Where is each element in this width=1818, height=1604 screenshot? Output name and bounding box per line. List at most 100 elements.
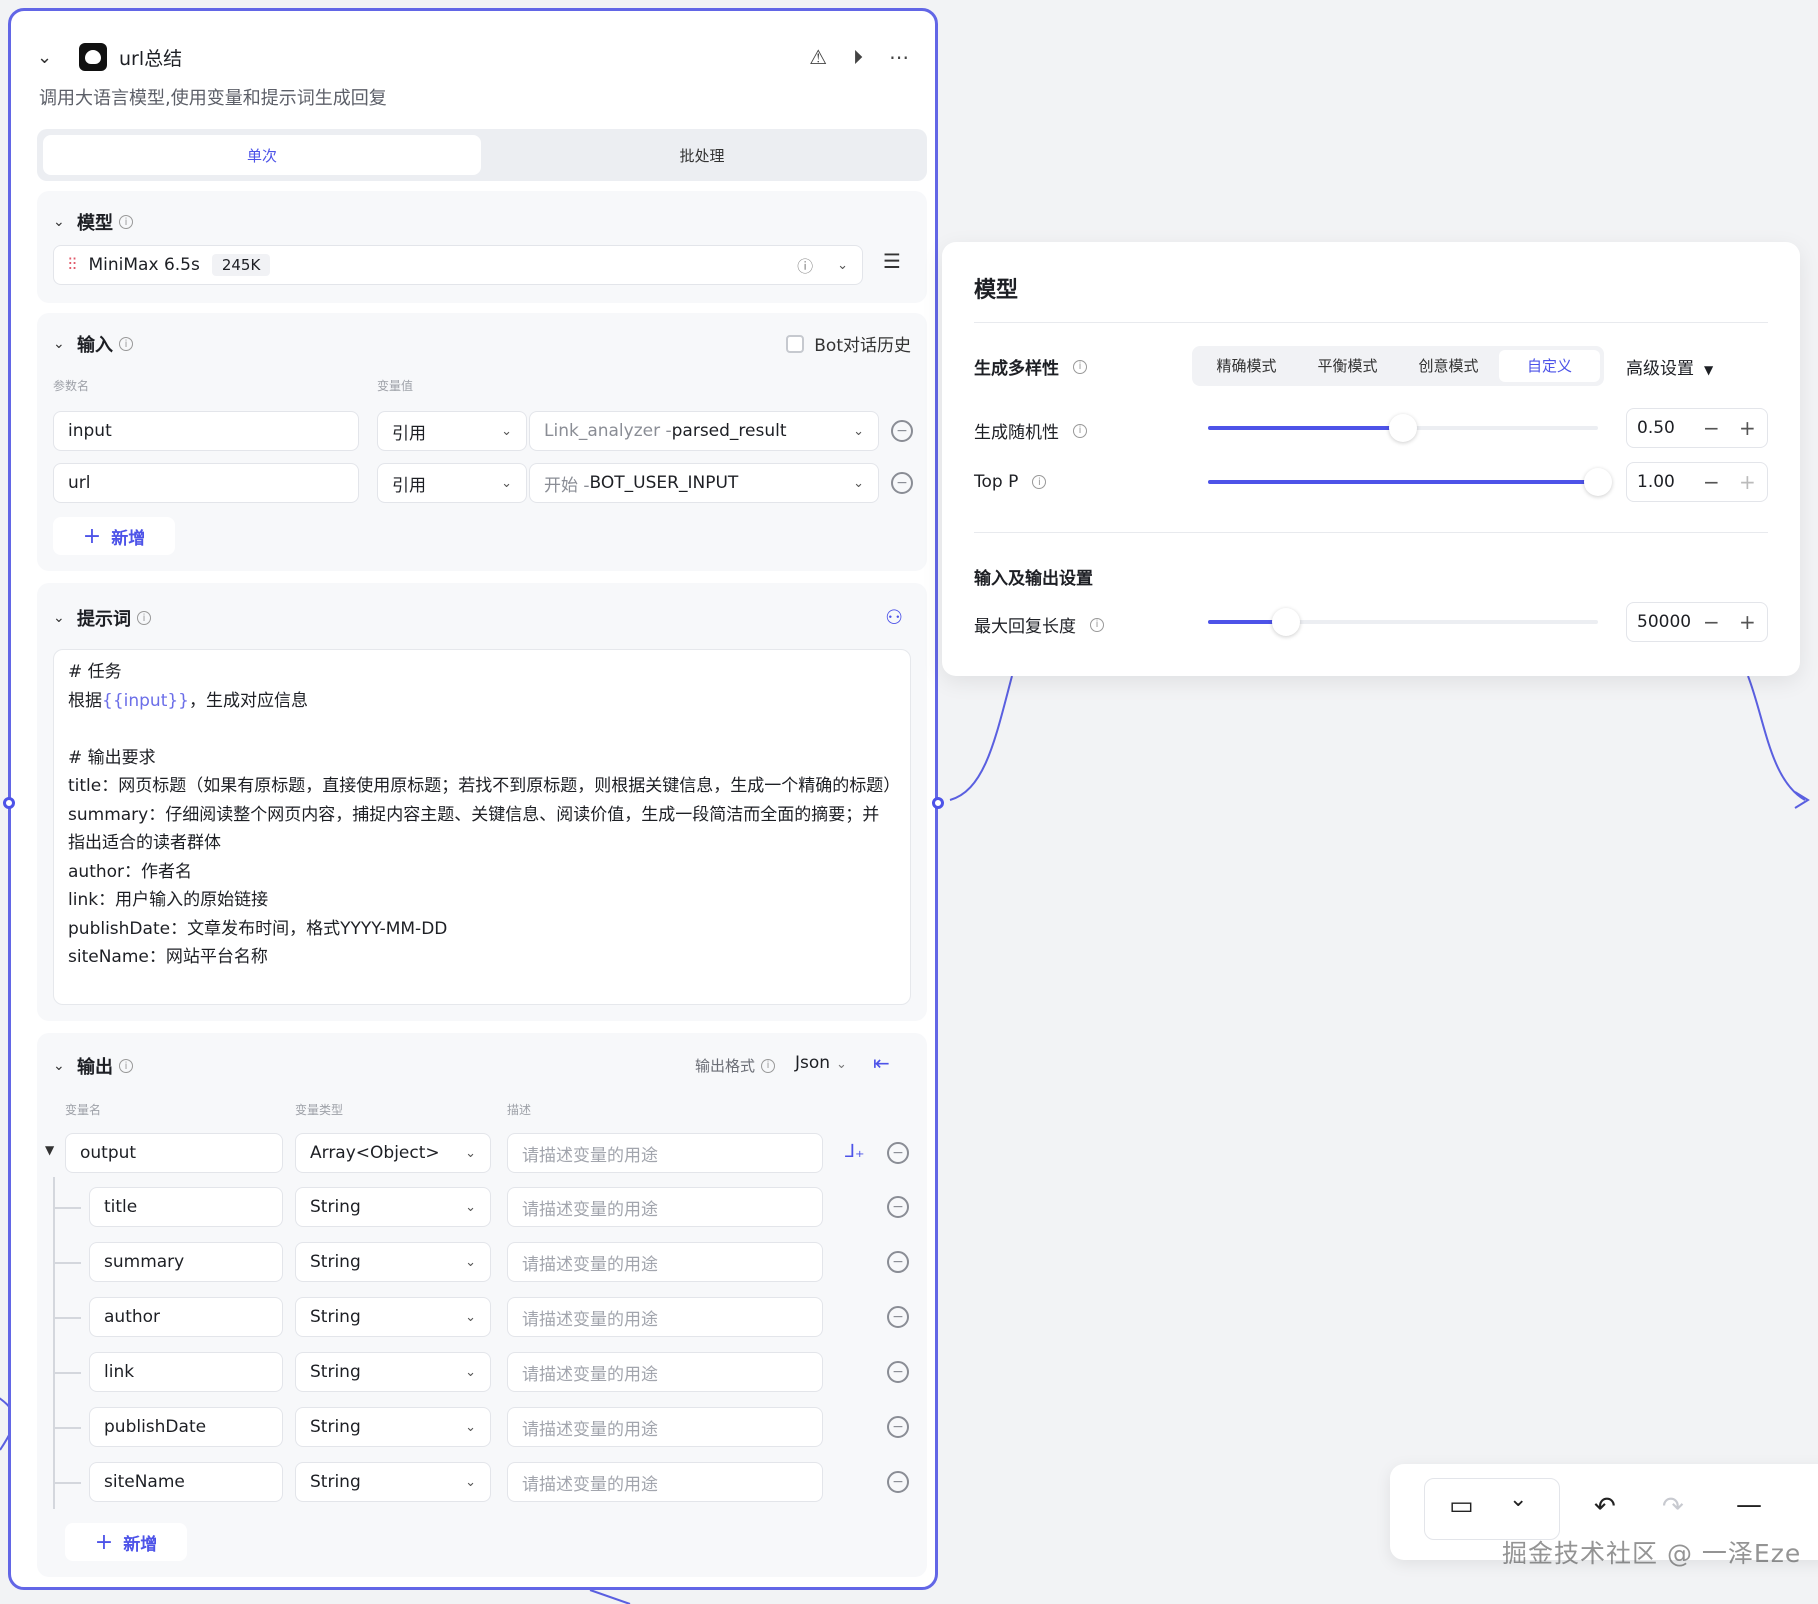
prompt-line bbox=[68, 715, 896, 744]
top-p-slider-fill bbox=[1208, 480, 1598, 484]
output-child-var-name[interactable]: author bbox=[89, 1297, 283, 1337]
plus-icon[interactable]: + bbox=[1739, 470, 1756, 494]
temperature-input[interactable]: 0.50 − + bbox=[1626, 408, 1768, 448]
output-format-select[interactable]: Json ⌄ bbox=[795, 1053, 847, 1073]
advanced-settings-dropdown[interactable]: 高级设置 ▼ bbox=[1626, 354, 1713, 379]
tab-batch[interactable]: 批处理 bbox=[483, 135, 921, 175]
remove-output-child-button[interactable]: − bbox=[887, 1361, 909, 1383]
input-row-type-select[interactable]: 引用 ⌄ bbox=[377, 463, 527, 503]
output-child-var-description[interactable]: 请描述变量的用途 bbox=[507, 1242, 823, 1282]
zoom-out-icon[interactable]: — bbox=[1736, 1490, 1762, 1520]
input-row-name[interactable]: input bbox=[53, 411, 359, 451]
add-output-button[interactable]: + 新增 bbox=[65, 1523, 187, 1561]
prompt-user-icon[interactable]: ⚇ bbox=[885, 605, 903, 629]
output-child-var-name[interactable]: title bbox=[89, 1187, 283, 1227]
output-child-var-description[interactable]: 请描述变量的用途 bbox=[507, 1297, 823, 1337]
undo-icon[interactable]: ↶ bbox=[1594, 1492, 1616, 1522]
max-tokens-slider-knob[interactable] bbox=[1272, 608, 1300, 636]
output-child-var-type-select[interactable]: String ⌄ bbox=[295, 1187, 491, 1227]
chevron-down-icon[interactable]: ⌄ bbox=[837, 258, 848, 273]
output-child-var-description[interactable]: 请描述变量的用途 bbox=[507, 1352, 823, 1392]
info-icon[interactable]: ⓘ bbox=[797, 253, 813, 277]
model-section-header[interactable]: ⌄ 模型 i bbox=[53, 209, 133, 235]
remove-output-child-button[interactable]: − bbox=[887, 1306, 909, 1328]
remove-output-child-button[interactable]: − bbox=[887, 1416, 909, 1438]
output-child-var-name[interactable]: link bbox=[89, 1352, 283, 1392]
prompt-section-header[interactable]: ⌄ 提示词 i bbox=[53, 605, 151, 631]
output-child-var-type-select[interactable]: String ⌄ bbox=[295, 1407, 491, 1447]
input-row-source-select[interactable]: Link_analyzer - parsed_result ⌄ bbox=[529, 411, 879, 451]
top-p-input[interactable]: 1.00 − + bbox=[1626, 462, 1768, 502]
minimap-toggle-group[interactable]: ▭ ⌄ bbox=[1424, 1478, 1560, 1540]
output-section-header[interactable]: ⌄ 输出 i bbox=[53, 1053, 133, 1079]
input-port[interactable] bbox=[3, 797, 15, 809]
remove-output-child-button[interactable]: − bbox=[887, 1251, 909, 1273]
output-child-var-name[interactable]: siteName bbox=[89, 1462, 283, 1502]
input-row-type-select[interactable]: 引用 ⌄ bbox=[377, 411, 527, 451]
prompt-line: 根据{{input}}，生成对应信息 bbox=[68, 690, 308, 711]
output-child-var-type-select[interactable]: String ⌄ bbox=[295, 1462, 491, 1502]
bot-history-toggle[interactable]: Bot对话历史 bbox=[786, 331, 911, 356]
collapse-chevron-icon[interactable]: ⌄ bbox=[37, 47, 65, 68]
max-tokens-slider[interactable] bbox=[1208, 608, 1598, 636]
mode-tab[interactable]: 精确模式 bbox=[1196, 350, 1297, 382]
plus-icon[interactable]: + bbox=[1739, 416, 1756, 440]
minimap-icon[interactable]: ▭ bbox=[1449, 1491, 1474, 1521]
remove-input-button[interactable]: − bbox=[891, 420, 913, 442]
model-select[interactable]: ⫶⫶ MiniMax 6.5s 245K ⓘ ⌄ bbox=[53, 245, 863, 285]
output-child-var-type-select[interactable]: String ⌄ bbox=[295, 1352, 491, 1392]
add-child-var-icon[interactable]: ⅃₊ bbox=[845, 1141, 865, 1162]
node-title[interactable]: url总结 bbox=[119, 44, 182, 71]
temperature-slider-knob[interactable] bbox=[1389, 414, 1417, 442]
remove-output-child-button[interactable]: − bbox=[887, 1471, 909, 1493]
output-child-var-description[interactable]: 请描述变量的用途 bbox=[507, 1407, 823, 1447]
max-tokens-input[interactable]: 50000 − + bbox=[1626, 602, 1768, 642]
output-var-type-select[interactable]: Array<Object> ⌄ bbox=[295, 1133, 491, 1173]
top-p-slider[interactable] bbox=[1208, 468, 1612, 496]
output-child-var-name[interactable]: publishDate bbox=[89, 1407, 283, 1447]
prompt-line: author：作者名 bbox=[68, 861, 193, 882]
output-child-var-description[interactable]: 请描述变量的用途 bbox=[507, 1462, 823, 1502]
add-input-button[interactable]: + 新增 bbox=[53, 517, 175, 555]
chevron-down-icon[interactable]: ⌄ bbox=[1509, 1487, 1527, 1512]
plus-icon[interactable]: + bbox=[1739, 610, 1756, 634]
prompt-section-title: 提示词 bbox=[77, 609, 131, 630]
input-row-source-select[interactable]: 开始 - BOT_USER_INPUT ⌄ bbox=[529, 463, 879, 503]
prompt-editor[interactable]: # 任务 根据{{input}}，生成对应信息 # 输出要求 title：网页标题（如… bbox=[53, 649, 911, 1005]
remove-output-button[interactable]: − bbox=[887, 1142, 909, 1164]
model-settings-icon[interactable]: ☰ bbox=[883, 249, 901, 273]
output-child-var-description[interactable]: 请描述变量的用途 bbox=[507, 1187, 823, 1227]
divider bbox=[974, 532, 1768, 533]
redo-icon[interactable]: ↷ bbox=[1662, 1492, 1684, 1522]
input-section-header[interactable]: ⌄ 输入 i bbox=[53, 331, 133, 357]
remove-input-button[interactable]: − bbox=[891, 472, 913, 494]
output-child-var-name[interactable]: summary bbox=[89, 1242, 283, 1282]
io-settings-title: 输入及输出设置 bbox=[974, 569, 1093, 589]
minus-icon[interactable]: − bbox=[1703, 610, 1720, 634]
input-section-title: 输入 bbox=[77, 335, 113, 356]
output-var-name[interactable]: output bbox=[65, 1133, 283, 1173]
debug-off-icon[interactable]: ⚠ bbox=[809, 45, 827, 69]
output-var-description[interactable]: 请描述变量的用途 bbox=[507, 1133, 823, 1173]
output-child-var-type-select[interactable]: String ⌄ bbox=[295, 1297, 491, 1337]
top-p-slider-knob[interactable] bbox=[1584, 468, 1612, 496]
minus-icon[interactable]: − bbox=[1703, 416, 1720, 440]
temperature-slider[interactable] bbox=[1208, 414, 1598, 442]
mode-tab[interactable]: 平衡模式 bbox=[1297, 350, 1398, 382]
expand-triangle-icon[interactable]: ▼ bbox=[45, 1143, 54, 1157]
mode-tab-active[interactable]: 自定义 bbox=[1499, 350, 1600, 382]
output-child-var-type-select[interactable]: String ⌄ bbox=[295, 1242, 491, 1282]
more-icon[interactable]: ⋯ bbox=[889, 45, 909, 69]
play-icon[interactable]: ⏵ bbox=[853, 45, 863, 69]
model-name: MiniMax 6.5s bbox=[88, 255, 200, 275]
llm-node-card[interactable]: ⌄ url总结 ⚠ ⏵ ⋯ 调用大语言模型,使用变量和提示词生成回复 单次 批处… bbox=[3, 8, 944, 1590]
remove-output-child-button[interactable]: − bbox=[887, 1196, 909, 1218]
minus-icon[interactable]: − bbox=[1703, 470, 1720, 494]
tab-single[interactable]: 单次 bbox=[43, 135, 481, 175]
mode-tab[interactable]: 创意模式 bbox=[1398, 350, 1499, 382]
output-port[interactable] bbox=[932, 797, 944, 809]
bot-history-checkbox[interactable] bbox=[786, 334, 805, 353]
output-export-icon[interactable]: ⇤ bbox=[873, 1051, 890, 1075]
info-icon: i bbox=[1073, 423, 1087, 438]
input-row-name[interactable]: url bbox=[53, 463, 359, 503]
